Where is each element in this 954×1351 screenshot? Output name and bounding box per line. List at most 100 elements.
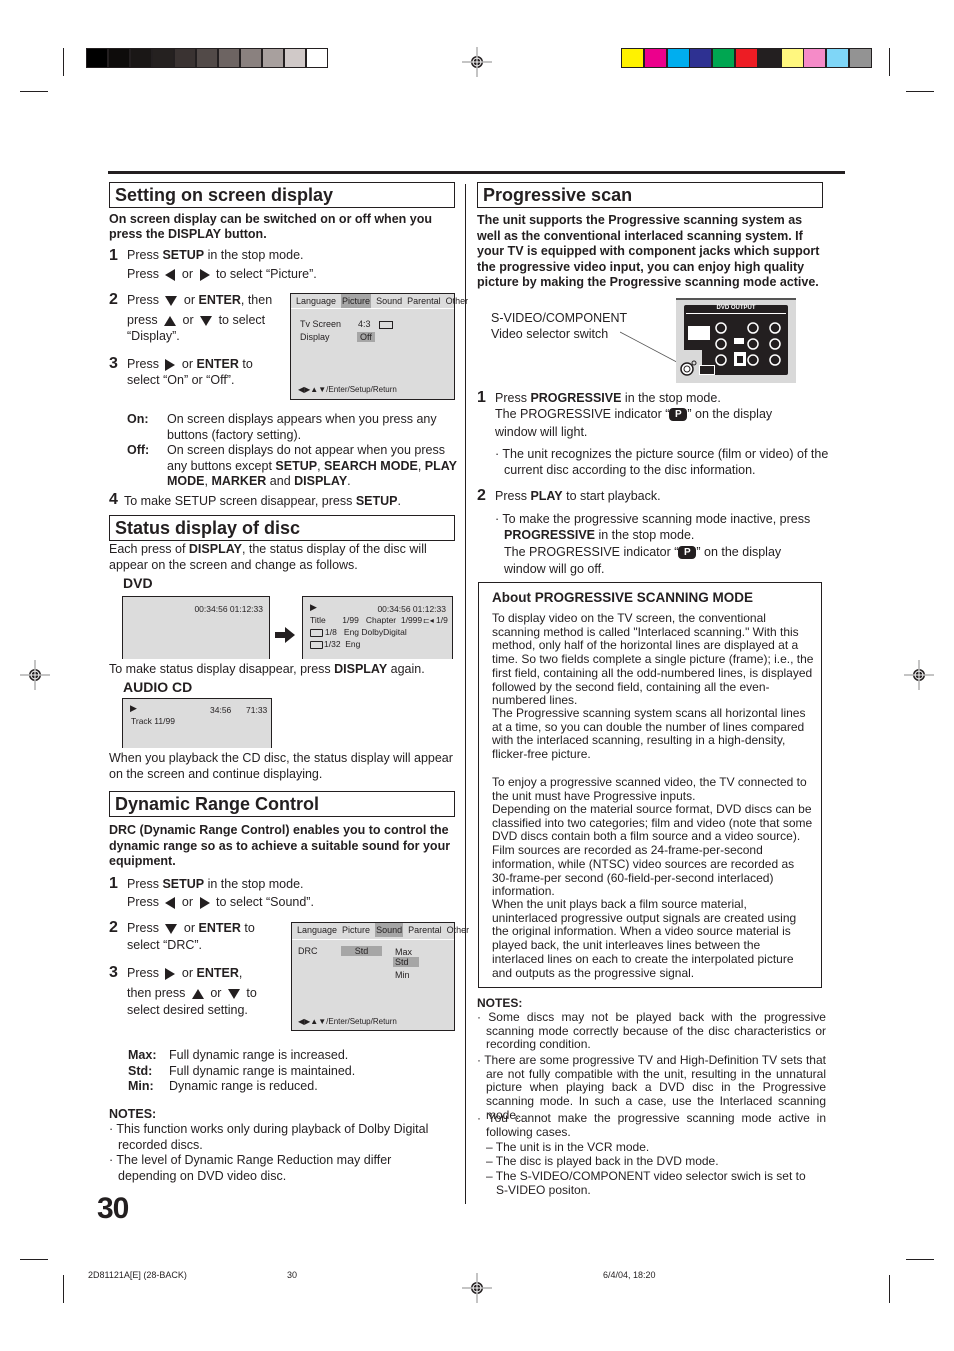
sub-note-item: – The unit is in the VCR mode.	[486, 1140, 650, 1154]
color-swatch	[735, 48, 758, 68]
osd-step1-line2: Press or to select “Picture”.	[127, 267, 317, 281]
footer-date: 6/4/04, 18:20	[603, 1270, 656, 1280]
step-number: 1	[109, 875, 118, 892]
osd-row-value-selected: Off	[357, 332, 375, 342]
dvd-status-screen-2: ▶ 00:34:56 01:12:33 Title 1/99 Chapter 1…	[302, 596, 453, 659]
up-arrow-icon	[164, 315, 177, 326]
progressive-step2-bullet: · To make the progressive scanning mode …	[495, 512, 811, 542]
crop-mark	[906, 91, 934, 92]
on-description: On screen displays appears when you pres…	[167, 412, 437, 442]
down-arrow-icon	[227, 988, 240, 999]
step-number: 2	[109, 919, 118, 936]
subtitle-icon	[310, 641, 323, 649]
sub-note-item: – The disc is played back in the DVD mod…	[486, 1154, 719, 1168]
column-divider	[465, 184, 466, 1204]
definition-desc: Full dynamic range is maintained.	[169, 1064, 356, 1078]
grayscale-swatch	[218, 48, 240, 68]
color-swatch	[621, 48, 644, 68]
top-rule	[108, 171, 845, 174]
step-number: 1	[477, 389, 486, 406]
color-swatch	[689, 48, 713, 68]
subtitle-info: 1/32 Eng	[324, 639, 361, 649]
down-arrow-icon	[165, 295, 178, 306]
osd-tab: Picture	[342, 925, 371, 935]
crop-mark	[20, 91, 48, 92]
definition-term: Std:	[128, 1064, 153, 1078]
right-arrow-icon	[199, 268, 210, 281]
color-swatch	[643, 48, 667, 68]
osd-step4: To make SETUP screen disappear, press SE…	[124, 494, 401, 508]
footer-page: 30	[287, 1270, 298, 1280]
grayscale-swatch	[174, 48, 196, 68]
dvd-status-screen-1: 00:34:56 01:12:33	[122, 596, 270, 659]
osd-tab-selected: Picture	[341, 294, 372, 308]
osd-tab-selected: Sound	[375, 923, 404, 937]
osd-footer: ◀▶▲▼/Enter/Setup/Return	[298, 385, 397, 394]
audio-info: 1/8 Eng DolbyDigital	[325, 627, 407, 637]
step-number: 2	[477, 487, 486, 504]
section-title-drc: Dynamic Range Control	[109, 791, 455, 817]
note-item: · The level of Dynamic Range Reduction m…	[109, 1153, 392, 1183]
about-para: Depending on the material source format,…	[492, 802, 813, 899]
drc-step3-line2: then press or to	[127, 986, 257, 1000]
aspect-ratio-icon	[379, 321, 393, 329]
on-label: On:	[127, 412, 149, 426]
crop-mark	[889, 1275, 890, 1303]
section-title-status: Status display of disc	[109, 515, 455, 541]
drc-option: Min	[395, 970, 410, 980]
grayscale-swatch	[108, 48, 130, 68]
osd-setup-screen-sound: Language Picture Sound Parental Other DR…	[291, 922, 469, 1031]
grayscale-swatch	[130, 48, 152, 68]
drc-step1-line1: Press SETUP in the stop mode.	[127, 877, 304, 891]
drc-label: DRC	[298, 946, 318, 956]
registration-mark-icon	[20, 660, 50, 690]
drc-step2-line2: select “DRC”.	[127, 938, 203, 952]
crop-mark	[20, 1259, 48, 1260]
s-video-jack-icon	[680, 360, 697, 376]
left-arrow-icon	[165, 896, 176, 909]
grayscale-swatch	[284, 48, 306, 68]
step-number: 4	[109, 491, 118, 508]
grayscale-swatch	[86, 48, 108, 68]
osd-tab: Parental	[407, 296, 441, 306]
about-para: When the unit plays back a film source m…	[492, 897, 797, 980]
osd-step2-line3: “Display”.	[127, 329, 180, 343]
off-label: Off:	[127, 443, 150, 457]
drc-option: Max	[395, 947, 413, 957]
title-chapter-info: Title 1/99 Chapter 1/999	[310, 615, 423, 625]
note-item: · You cannot make the progressive scanni…	[477, 1111, 826, 1139]
color-swatch	[712, 48, 736, 68]
osd-row-value: 4:3	[358, 319, 371, 329]
progressive-indicator-icon: P	[678, 546, 697, 560]
osd-step2-line2: press or to select	[127, 313, 266, 327]
definition-term: Max:	[128, 1048, 157, 1062]
step-number: 3	[109, 964, 118, 981]
osd-row-label: Tv Screen	[300, 319, 342, 329]
registration-mark-icon	[904, 660, 934, 690]
track-info: Track 11/99	[131, 716, 175, 726]
color-swatch	[826, 48, 850, 68]
crop-mark	[63, 48, 64, 76]
crop-mark	[889, 48, 890, 76]
definition-desc: Dynamic range is reduced.	[169, 1079, 318, 1093]
grayscale-swatch	[262, 48, 284, 68]
status-disappear-text: To make status display disappear, press …	[109, 662, 425, 676]
video-selector-switch	[699, 365, 715, 375]
definition-desc: Full dynamic range is increased.	[169, 1048, 349, 1062]
next-arrow-icon	[275, 627, 295, 643]
audio-icon	[310, 629, 323, 637]
osd-tab: Language	[296, 296, 337, 306]
registration-mark-icon	[462, 47, 492, 77]
about-title: About PROGRESSIVE SCANNING MODE	[492, 590, 754, 605]
cd-status-screen: ▶ 34:56 71:33 Track 11/99	[122, 698, 272, 748]
progressive-step1-line1: Press PROGRESSIVE in the stop mode.	[495, 391, 721, 405]
up-arrow-icon	[191, 988, 204, 999]
note-item: · Some discs may not be played back with…	[477, 1010, 826, 1052]
drc-step1-line2: Press or to select “Sound”.	[127, 895, 314, 909]
notes-title: NOTES:	[109, 1107, 157, 1121]
definition-term: Min:	[128, 1079, 154, 1093]
osd-setup-screen-picture: Language Picture Sound Parental Other Tv…	[290, 293, 468, 400]
color-swatch	[757, 48, 781, 68]
right-arrow-icon	[165, 967, 176, 980]
page-number: 30	[97, 1192, 129, 1225]
